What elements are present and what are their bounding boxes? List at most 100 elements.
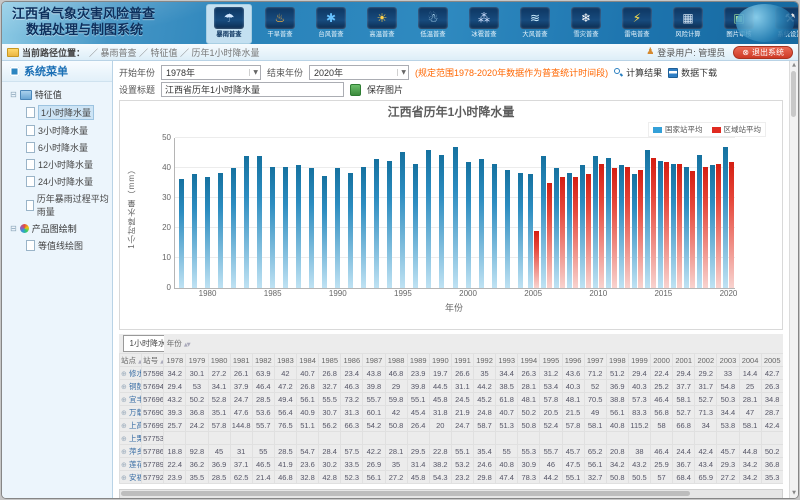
expand-icon[interactable]: ⊕ (121, 396, 127, 404)
horizontal-scrollbar-thumb[interactable] (121, 491, 690, 496)
station-link[interactable]: 上栗 (129, 434, 142, 443)
start-year-select[interactable]: 1978年 ▼ (161, 65, 261, 80)
calculate-button[interactable]: 计算结果 (614, 66, 662, 79)
sidebar-group[interactable]: ⊟特征值 (2, 86, 112, 103)
expand-icon[interactable]: ⊕ (121, 435, 127, 443)
sidebar-item[interactable]: 12小时降水量 (2, 156, 112, 173)
end-year-select[interactable]: 2020年 ▼ (309, 65, 409, 80)
save-image-button[interactable]: 保存图片 (367, 83, 403, 96)
value-cell: 30.7 (319, 406, 341, 419)
expand-icon[interactable]: ⊕ (121, 474, 127, 482)
value-cell: 29.4 (628, 367, 650, 380)
sidebar-group[interactable]: ⊟产品图绘制 (2, 220, 112, 237)
value-cell: 40.8 (496, 458, 518, 471)
sidebar-item[interactable]: 1小时降水量 (2, 103, 112, 122)
range-hint: (规定范围1978-2020年数据作为普查统计时间段) (415, 66, 608, 79)
sidebar-item[interactable]: 等值线绘图 (2, 237, 112, 254)
vertical-scrollbar[interactable]: ▲ ▼ (789, 61, 798, 498)
scroll-down-icon[interactable]: ▼ (790, 489, 798, 498)
station-link[interactable]: 安福 (129, 473, 142, 482)
chart-title-input[interactable] (161, 82, 344, 97)
folder-icon (7, 48, 19, 57)
station-id: 57786 (142, 445, 164, 458)
station-link[interactable]: 修水 (129, 369, 142, 378)
bar-national (492, 164, 497, 289)
y-tick-label: 50 (145, 133, 171, 142)
value-cell: 42.7 (761, 367, 783, 380)
value-cell: 23.4 (341, 367, 363, 380)
value-cell: 28.1 (518, 380, 540, 393)
value-cell: 42 (274, 367, 296, 380)
station-link[interactable]: 万载 (129, 408, 142, 417)
vertical-scrollbar-thumb[interactable] (791, 71, 796, 117)
sidebar-item[interactable]: 6小时降水量 (2, 139, 112, 156)
station-link[interactable]: 萍乡 (129, 447, 142, 456)
chevron-down-icon: ▼ (397, 69, 406, 76)
toolbar-item-lightning[interactable]: ⚡雷电普查 (614, 4, 660, 44)
expand-icon[interactable]: ⊕ (121, 448, 127, 456)
col-header-station[interactable]: 站点 ▲▼ (120, 354, 142, 367)
value-cell: 29.8 (474, 471, 496, 484)
toolbar-item-typhoon[interactable]: ✱台风普查 (308, 4, 354, 44)
bar-regional (677, 164, 682, 289)
expand-icon[interactable]: ⊕ (121, 422, 127, 430)
value-cell: 38.2 (429, 458, 451, 471)
sort-icon[interactable]: ▲▼ (184, 342, 190, 348)
station-link[interactable]: 上高 (129, 421, 142, 430)
sidebar-item[interactable]: 3小时降水量 (2, 122, 112, 139)
y-tick-label: 30 (145, 193, 171, 202)
toolbar-item-calculator[interactable]: ▦风险计算 (665, 4, 711, 44)
toolbar-item-rain[interactable]: ☂暴雨普查 (206, 4, 252, 44)
sidebar-item[interactable]: 24小时降水量 (2, 173, 112, 190)
bar-national (505, 170, 510, 289)
bar-national (348, 173, 353, 289)
legend-swatch (712, 127, 721, 133)
bar-national (270, 167, 275, 289)
sort-icon[interactable]: ▲▼ (138, 359, 142, 365)
value-cell: 56.1 (584, 458, 606, 471)
value-cell: 31 (230, 445, 252, 458)
col-header-station-id[interactable]: 站号 ▲▼ (142, 354, 164, 367)
expand-icon[interactable]: ⊕ (121, 409, 127, 417)
value-cell: 34.2 (606, 458, 628, 471)
scroll-up-icon[interactable]: ▲ (790, 61, 798, 70)
breadcrumb[interactable]: ／ 暴雨普查 ／ 特征值 ／ 历年1小时降水量 (89, 46, 260, 59)
value-cell: 46.3 (341, 380, 363, 393)
sidebar-item-label: 3小时降水量 (38, 124, 88, 137)
toolbar-item-heat[interactable]: ☀高温普查 (359, 4, 405, 44)
value-cell: 20.5 (540, 406, 562, 419)
value-cell: 40.8 (606, 419, 628, 432)
station-id: 57696 (142, 393, 164, 406)
expand-icon[interactable]: ⊕ (121, 383, 127, 391)
value-cell: 36.2 (186, 458, 208, 471)
value-cell: 51.3 (496, 419, 518, 432)
toolbar-item-snow[interactable]: ❄雪灾普查 (563, 4, 609, 44)
value-cell: 35 (474, 367, 496, 380)
value-cell (319, 432, 341, 445)
legend-item: 区域站平均 (712, 124, 762, 135)
expander-icon[interactable]: ⊟ (10, 90, 17, 99)
toolbar-item-drought[interactable]: ♨干旱普查 (257, 4, 303, 44)
download-button[interactable]: 数据下载 (668, 66, 717, 79)
sidebar-item[interactable]: 历年暴雨过程平均雨量 (2, 190, 112, 220)
station-link[interactable]: 莲花 (129, 460, 142, 469)
station-link[interactable]: 宜丰 (129, 395, 142, 404)
power-icon: ⊗ (742, 48, 749, 57)
toolbar-item-hail[interactable]: ⁂冰雹普查 (461, 4, 507, 44)
value-cell: 62.5 (230, 471, 252, 484)
expand-icon[interactable]: ⊕ (121, 370, 127, 378)
exit-button[interactable]: ⊗ 退出系统 (733, 46, 793, 59)
value-cell: 37.1 (230, 458, 252, 471)
toolbar-item-wind[interactable]: ≋大风普查 (512, 4, 558, 44)
value-cell: 53.6 (252, 406, 274, 419)
toolbar-item-cold[interactable]: ☃低温普查 (410, 4, 456, 44)
expand-icon[interactable]: ⊕ (121, 461, 127, 469)
col-header-year: 1999 (628, 354, 650, 367)
station-link[interactable]: 铜鼓 (129, 382, 142, 391)
value-cell (363, 432, 385, 445)
horizontal-scrollbar[interactable] (119, 489, 783, 498)
sort-icon[interactable]: ▲▼ (160, 359, 164, 365)
expander-icon[interactable]: ⊟ (10, 224, 17, 233)
value-cell: 31.8 (429, 406, 451, 419)
bar-national (179, 179, 184, 289)
